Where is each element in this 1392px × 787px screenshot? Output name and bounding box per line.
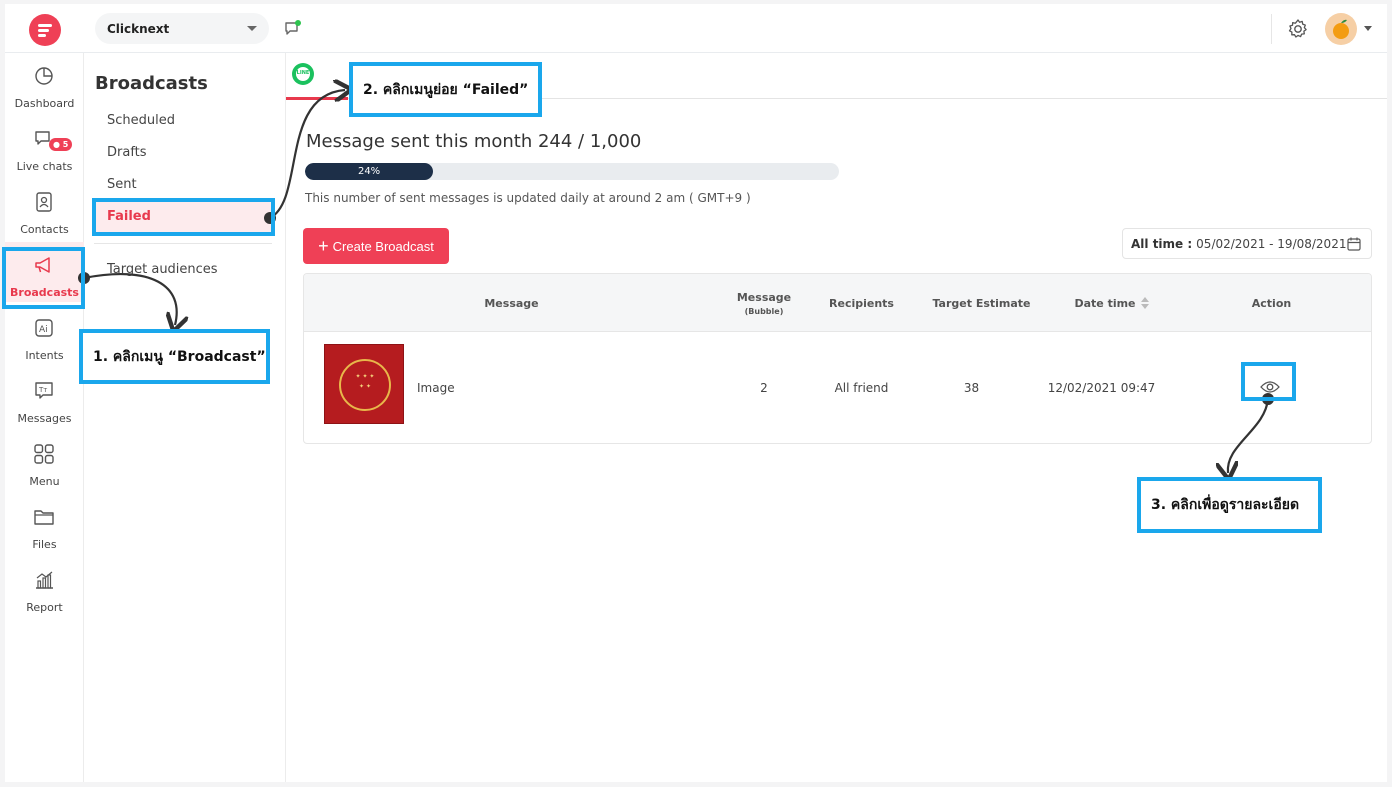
- workspace-name: Clicknext: [107, 21, 170, 36]
- subnav-item-drafts[interactable]: Drafts: [94, 137, 272, 169]
- subnav-divider: [94, 243, 272, 244]
- target-estimate-value: 38: [963, 381, 980, 395]
- left-nav: Dashboard ● 5 Live chats Contacts Broadc…: [5, 53, 84, 782]
- folder-icon: [34, 510, 54, 525]
- topbar-divider: [1271, 14, 1272, 44]
- plus-icon: +: [318, 236, 329, 256]
- table-header: Message Message (Bubble) Recipients Targ…: [304, 274, 1371, 332]
- grid-icon: [34, 444, 54, 464]
- avatar-fruit-icon: [1333, 19, 1349, 39]
- subnav-title: Broadcasts: [95, 73, 208, 94]
- nav-label: Dashboard: [14, 97, 75, 110]
- nav-item-report[interactable]: Report: [5, 557, 84, 617]
- tab-line-channel[interactable]: LINE: [292, 63, 314, 85]
- nav-item-intents[interactable]: Ai Intents: [5, 305, 84, 365]
- text-message-icon: Tт: [35, 382, 53, 399]
- contact-card-icon: [36, 192, 52, 212]
- message-bubble-count: 2: [760, 381, 768, 395]
- sort-icon[interactable]: [1140, 297, 1149, 309]
- highlight-failed-item: [92, 198, 275, 236]
- table-row: ✦ ✦ ✦ ✦ ✦ Image 2 All friend 38 12/02/20…: [304, 332, 1371, 443]
- header-recipients: Recipients: [829, 296, 894, 310]
- ai-icon: Ai: [35, 319, 53, 337]
- highlight-broadcasts-nav: [2, 247, 85, 309]
- broadcast-image-thumbnail: ✦ ✦ ✦ ✦ ✦: [324, 344, 404, 424]
- broadcast-subnav: Broadcasts Scheduled Drafts Sent Failed …: [84, 53, 286, 782]
- date-filter-value: 05/02/2021 - 19/08/2021: [1196, 236, 1347, 251]
- highlight-view-button: [1241, 362, 1296, 401]
- calendar-icon: [1347, 237, 1361, 251]
- callout-step-3: 3. คลิกเพื่อดูรายละเอียด: [1137, 477, 1322, 533]
- date-time-value: 12/02/2021 09:47: [1047, 381, 1156, 395]
- nav-item-messages[interactable]: Tт Messages: [5, 368, 84, 428]
- chevron-down-icon: [247, 26, 257, 31]
- unread-badge: ● 5: [49, 138, 73, 151]
- line-logo-icon: LINE: [296, 70, 310, 76]
- callout-step-2: 2. คลิกเมนูย่อย “Failed”: [349, 62, 542, 117]
- main-content: LINE Message sent this month 244 / 1,000…: [286, 53, 1387, 782]
- avatar[interactable]: [1325, 13, 1357, 45]
- quota-note: This number of sent messages is updated …: [305, 191, 751, 205]
- nav-label: Files: [32, 538, 57, 551]
- nav-label: Menu: [29, 475, 60, 488]
- subnav-item-target-audiences[interactable]: Target audiences: [94, 254, 272, 286]
- workspace-select[interactable]: Clicknext: [95, 13, 269, 44]
- date-filter-label: All time :: [1131, 236, 1193, 251]
- nav-label: Intents: [25, 349, 64, 362]
- quota-progress-bar: 24%: [305, 163, 839, 180]
- create-broadcast-label: Create Broadcast: [332, 238, 434, 254]
- top-bar: Clicknext: [5, 4, 1387, 53]
- avatar-chevron-down-icon[interactable]: [1364, 26, 1372, 31]
- header-action: Action: [1251, 296, 1292, 310]
- nav-item-contacts[interactable]: Contacts: [5, 179, 84, 239]
- app-window: Clicknext Dashboard ● 5 Live chats Conta…: [5, 4, 1387, 782]
- nav-label: Live chats: [16, 160, 73, 173]
- message-type: Image: [417, 381, 455, 395]
- quota-title: Message sent this month 244 / 1,000: [306, 131, 642, 152]
- broadcast-table: Message Message (Bubble) Recipients Targ…: [303, 273, 1372, 444]
- recipients-value: All friend: [834, 381, 889, 395]
- header-target-estimate: Target Estimate: [932, 296, 1031, 310]
- gear-icon[interactable]: [1287, 18, 1309, 40]
- date-range-filter[interactable]: All time : 05/02/2021 - 19/08/2021: [1122, 228, 1372, 259]
- nav-item-files[interactable]: Files: [5, 494, 84, 554]
- svg-text:Ai: Ai: [39, 325, 48, 335]
- nav-item-dashboard[interactable]: Dashboard: [5, 53, 84, 113]
- chat-bubble-icon[interactable]: [284, 20, 302, 37]
- quota-progress-fill: 24%: [305, 163, 434, 180]
- pie-chart-icon: [35, 67, 53, 85]
- nav-item-menu[interactable]: Menu: [5, 431, 84, 491]
- header-message-bubble: Message (Bubble): [736, 290, 792, 316]
- logo-icon[interactable]: [29, 14, 61, 46]
- callout-step-1: 1. คลิกเมนู “Broadcast”: [79, 329, 270, 384]
- nav-label: Report: [26, 601, 63, 614]
- bar-chart-icon: [36, 571, 53, 589]
- nav-item-live-chats[interactable]: ● 5 Live chats: [5, 116, 84, 176]
- subnav-item-scheduled[interactable]: Scheduled: [94, 105, 272, 137]
- active-tab-underline: [286, 97, 348, 100]
- subnav-item-sent[interactable]: Sent: [94, 169, 272, 201]
- nav-label: Messages: [17, 412, 72, 425]
- header-date-time[interactable]: Date time: [1049, 274, 1174, 332]
- create-broadcast-button[interactable]: + Create Broadcast: [303, 228, 449, 264]
- header-message: Message: [484, 296, 539, 310]
- nav-label: Contacts: [20, 223, 69, 236]
- svg-text:Tт: Tт: [38, 386, 47, 394]
